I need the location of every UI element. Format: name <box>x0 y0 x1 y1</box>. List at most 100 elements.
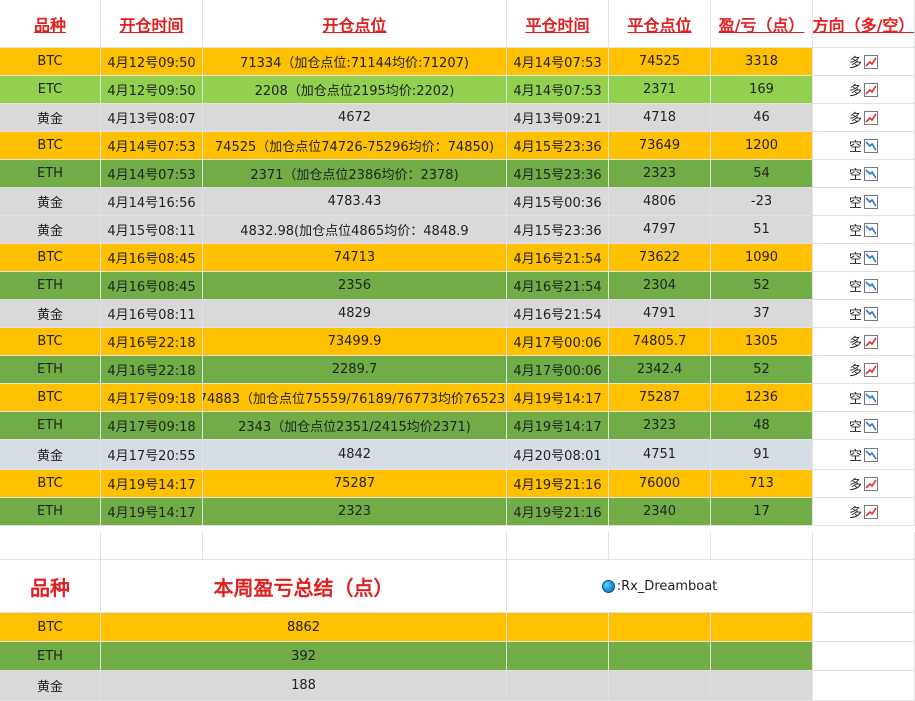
open-time-cell[interactable]: 4月16号22:18 <box>101 356 203 384</box>
summary-empty-cell[interactable] <box>609 613 711 642</box>
empty-cell[interactable] <box>609 532 711 560</box>
pnl-cell[interactable]: 713 <box>711 470 813 498</box>
summary-empty-cell[interactable] <box>609 642 711 671</box>
empty-cell[interactable] <box>711 532 813 560</box>
close-time-cell[interactable]: 4月15号00:36 <box>507 188 609 216</box>
open-price-cell[interactable]: 74525（加仓点位74726-75296均价：74850) <box>203 132 507 160</box>
summary-total-cell[interactable]: 188 <box>101 671 507 701</box>
close-time-cell[interactable]: 4月16号21:54 <box>507 300 609 328</box>
summary-symbol-cell[interactable]: ETH <box>0 642 101 671</box>
pnl-cell[interactable]: 48 <box>711 412 813 440</box>
close-price-cell[interactable]: 4791 <box>609 300 711 328</box>
symbol-cell[interactable]: ETH <box>0 160 101 188</box>
open-time-cell[interactable]: 4月17号09:18 <box>101 384 203 412</box>
direction-cell[interactable]: 多 <box>813 328 915 356</box>
symbol-cell[interactable]: BTC <box>0 328 101 356</box>
summary-empty-cell[interactable] <box>507 613 609 642</box>
direction-cell[interactable]: 多 <box>813 470 915 498</box>
direction-cell[interactable]: 多 <box>813 48 915 76</box>
open-time-cell[interactable]: 4月19号14:17 <box>101 470 203 498</box>
pnl-cell[interactable]: 1090 <box>711 244 813 272</box>
pnl-cell[interactable]: 54 <box>711 160 813 188</box>
close-price-cell[interactable]: 2323 <box>609 160 711 188</box>
header-direction[interactable]: 方向（多/空） <box>813 0 915 48</box>
header-open-price[interactable]: 开仓点位 <box>203 0 507 48</box>
close-time-cell[interactable]: 4月13号09:21 <box>507 104 609 132</box>
symbol-cell[interactable]: BTC <box>0 132 101 160</box>
direction-cell[interactable]: 多 <box>813 356 915 384</box>
summary-empty-cell[interactable] <box>609 671 711 701</box>
summary-total-cell[interactable]: 8862 <box>101 613 507 642</box>
summary-empty-cell[interactable] <box>507 671 609 701</box>
direction-cell[interactable]: 空 <box>813 188 915 216</box>
open-time-cell[interactable]: 4月17号09:18 <box>101 412 203 440</box>
summary-empty-cell[interactable] <box>711 671 813 701</box>
close-price-cell[interactable]: 2304 <box>609 272 711 300</box>
open-price-cell[interactable]: 73499.9 <box>203 328 507 356</box>
empty-cell[interactable] <box>813 613 915 642</box>
direction-cell[interactable]: 空 <box>813 412 915 440</box>
open-time-cell[interactable]: 4月16号22:18 <box>101 328 203 356</box>
close-price-cell[interactable]: 4718 <box>609 104 711 132</box>
direction-cell[interactable]: 空 <box>813 132 915 160</box>
empty-cell[interactable] <box>813 642 915 671</box>
pnl-cell[interactable]: 1305 <box>711 328 813 356</box>
symbol-cell[interactable]: ETH <box>0 272 101 300</box>
close-price-cell[interactable]: 2323 <box>609 412 711 440</box>
open-price-cell[interactable]: 2323 <box>203 498 507 526</box>
symbol-cell[interactable]: 黄金 <box>0 216 101 244</box>
pnl-cell[interactable]: 169 <box>711 76 813 104</box>
close-time-cell[interactable]: 4月16号21:54 <box>507 272 609 300</box>
close-price-cell[interactable]: 74525 <box>609 48 711 76</box>
symbol-cell[interactable]: ETC <box>0 76 101 104</box>
open-time-cell[interactable]: 4月16号08:11 <box>101 300 203 328</box>
direction-cell[interactable]: 空 <box>813 244 915 272</box>
pnl-cell[interactable]: 46 <box>711 104 813 132</box>
summary-symbol-header[interactable]: 品种 <box>0 560 101 613</box>
close-price-cell[interactable]: 73622 <box>609 244 711 272</box>
symbol-cell[interactable]: BTC <box>0 384 101 412</box>
direction-cell[interactable]: 空 <box>813 440 915 470</box>
close-price-cell[interactable]: 73649 <box>609 132 711 160</box>
close-price-cell[interactable]: 2342.4 <box>609 356 711 384</box>
direction-cell[interactable]: 多 <box>813 76 915 104</box>
header-pnl[interactable]: 盈/亏（点） <box>711 0 813 48</box>
symbol-cell[interactable]: ETH <box>0 498 101 526</box>
open-price-cell[interactable]: 4783.43 <box>203 188 507 216</box>
direction-cell[interactable]: 空 <box>813 216 915 244</box>
open-price-cell[interactable]: 4672 <box>203 104 507 132</box>
close-time-cell[interactable]: 4月19号21:16 <box>507 470 609 498</box>
empty-cell[interactable] <box>813 560 915 613</box>
open-time-cell[interactable]: 4月12号09:50 <box>101 76 203 104</box>
open-price-cell[interactable]: 4829 <box>203 300 507 328</box>
open-price-cell[interactable]: 2343（加仓点位2351/2415均价2371) <box>203 412 507 440</box>
close-time-cell[interactable]: 4月16号21:54 <box>507 244 609 272</box>
symbol-cell[interactable]: 黄金 <box>0 104 101 132</box>
symbol-cell[interactable]: ETH <box>0 412 101 440</box>
open-price-cell[interactable]: 75287 <box>203 470 507 498</box>
open-time-cell[interactable]: 4月16号08:45 <box>101 272 203 300</box>
close-price-cell[interactable]: 75287 <box>609 384 711 412</box>
direction-cell[interactable]: 多 <box>813 498 915 526</box>
direction-cell[interactable]: 空 <box>813 160 915 188</box>
close-price-cell[interactable]: 4797 <box>609 216 711 244</box>
open-price-cell[interactable]: 2289.7 <box>203 356 507 384</box>
summary-total-cell[interactable]: 392 <box>101 642 507 671</box>
summary-empty-cell[interactable] <box>507 642 609 671</box>
close-price-cell[interactable]: 4806 <box>609 188 711 216</box>
close-time-cell[interactable]: 4月15号23:36 <box>507 132 609 160</box>
open-price-cell[interactable]: 71334（加仓点位:71144均价:71207) <box>203 48 507 76</box>
open-price-cell[interactable]: 4842 <box>203 440 507 470</box>
symbol-cell[interactable]: BTC <box>0 470 101 498</box>
header-symbol[interactable]: 品种 <box>0 0 101 48</box>
empty-cell[interactable] <box>0 532 101 560</box>
pnl-cell[interactable]: -23 <box>711 188 813 216</box>
empty-cell[interactable] <box>813 532 915 560</box>
pnl-cell[interactable]: 51 <box>711 216 813 244</box>
direction-cell[interactable]: 空 <box>813 272 915 300</box>
empty-cell[interactable] <box>203 532 507 560</box>
header-close-time[interactable]: 平仓时间 <box>507 0 609 48</box>
summary-empty-cell[interactable] <box>711 642 813 671</box>
empty-cell[interactable] <box>813 671 915 701</box>
close-price-cell[interactable]: 2371 <box>609 76 711 104</box>
